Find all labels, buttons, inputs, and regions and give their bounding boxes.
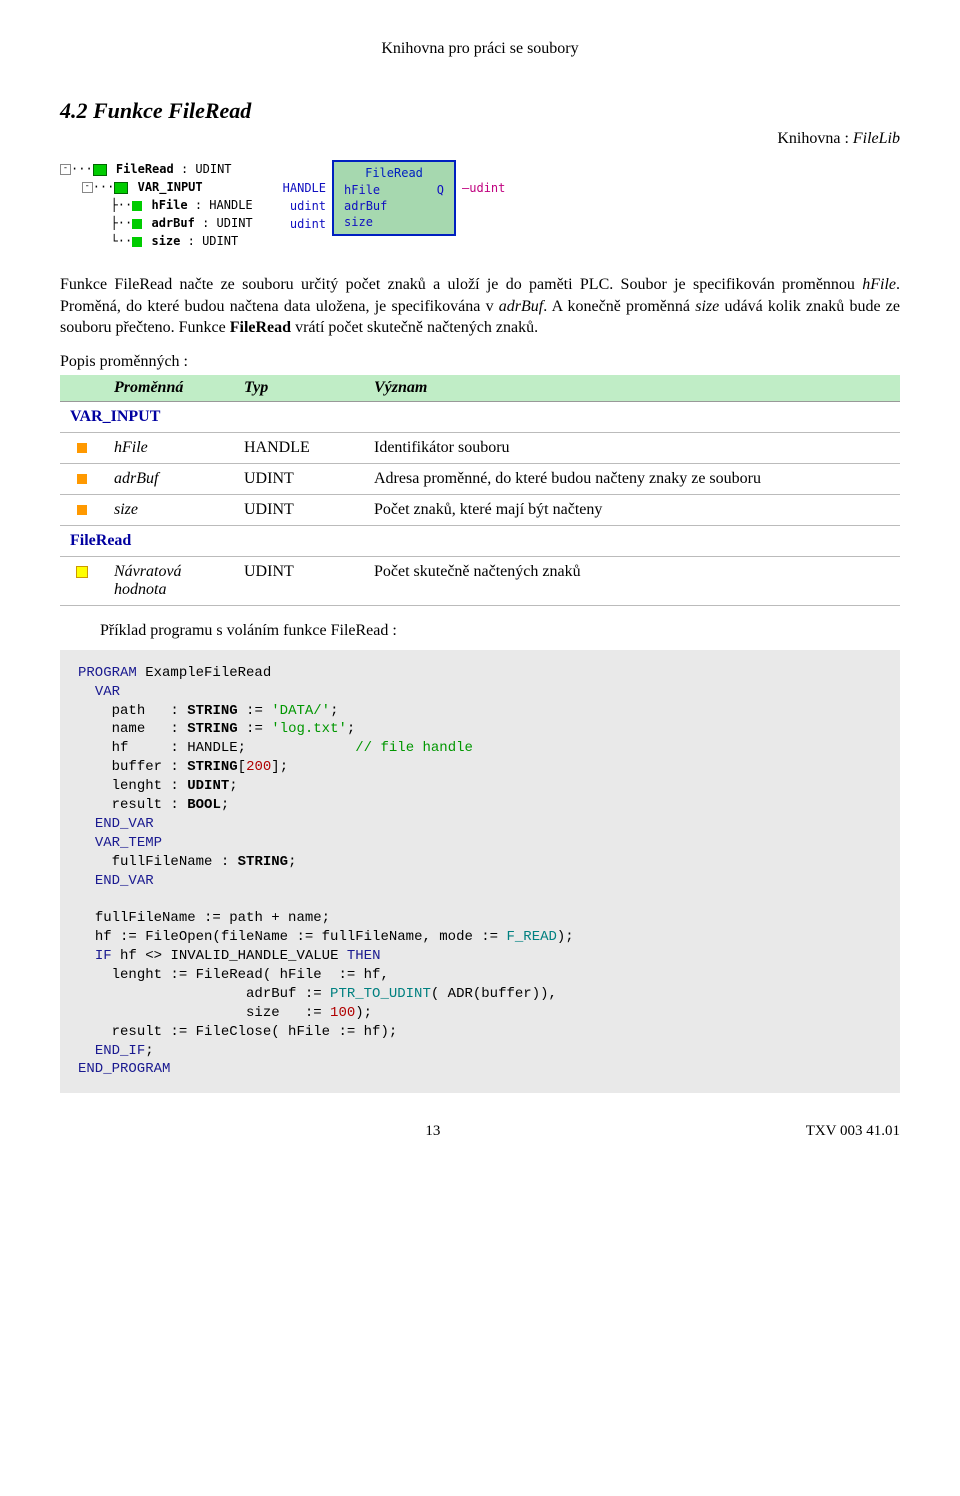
tree-root-name: FileRead (116, 162, 174, 176)
function-icon (93, 164, 107, 176)
bd-box: FileRead hFileQ adrBuf size (332, 160, 456, 236)
description-paragraph: Funkce FileRead načte ze souboru určitý … (60, 274, 900, 339)
page-number: 13 (60, 1123, 806, 1140)
bd-left-types: HANDLE udint udint (283, 160, 326, 232)
library-prefix: Knihovna : (777, 130, 853, 147)
section-title: Funkce FileRead (93, 98, 251, 123)
section-number: 4.2 (60, 98, 88, 123)
tree-group: VAR_INPUT (138, 180, 203, 194)
th-type: Typ (234, 375, 364, 402)
tree-item: └·· size : UDINT (60, 232, 253, 250)
section-heading: 4.2 Funkce FileRead (60, 98, 900, 124)
expand-icon: - (82, 182, 93, 193)
bd-title: FileRead (344, 166, 444, 180)
table-row: hFile HANDLE Identifikátor souboru (60, 432, 900, 463)
table-row: size UDINT Počet znaků, které mají být n… (60, 494, 900, 525)
group-label: VAR_INPUT (60, 401, 900, 432)
tree-item: ├·· adrBuf : UDINT (60, 214, 253, 232)
input-icon (132, 237, 142, 247)
var-icon (77, 505, 87, 515)
th-name: Proměnná (104, 375, 234, 402)
library-line: Knihovna : FileLib (60, 130, 900, 148)
bd-right-types: —udint (462, 160, 505, 200)
input-icon (132, 219, 142, 229)
page-footer: 13 TXV 003 41.01 (60, 1123, 900, 1140)
var-icon (77, 474, 87, 484)
table-row: adrBuf UDINT Adresa proměnné, do které b… (60, 463, 900, 494)
return-icon (76, 566, 88, 578)
tree-view: -··· FileRead : UDINT -··· VAR_INPUT ├··… (60, 160, 253, 250)
page-header: Knihovna pro práci se soubory (60, 40, 900, 58)
variables-table: Proměnná Typ Význam VAR_INPUT hFile HAND… (60, 375, 900, 606)
th-desc: Význam (364, 375, 900, 402)
figure-row: -··· FileRead : UDINT -··· VAR_INPUT ├··… (60, 160, 900, 250)
block-diagram: HANDLE udint udint FileRead hFileQ adrBu… (283, 160, 506, 236)
tree-item: ├·· hFile : HANDLE (60, 196, 253, 214)
code-block: PROGRAM ExampleFileRead VAR path : STRIN… (60, 650, 900, 1094)
expand-icon: - (60, 164, 71, 175)
library-name: FileLib (853, 130, 900, 147)
example-label: Příklad programu s voláním funkce FileRe… (100, 622, 900, 640)
vars-label: Popis proměnných : (60, 353, 900, 371)
tree-root-type: : UDINT (181, 162, 232, 176)
doc-code: TXV 003 41.01 (806, 1123, 900, 1140)
table-header-row: Proměnná Typ Význam (60, 375, 900, 402)
table-row: Návratová hodnota UDINT Počet skutečně n… (60, 556, 900, 605)
var-icon (77, 443, 87, 453)
group-label: FileRead (60, 525, 900, 556)
group-icon (114, 182, 128, 194)
input-icon (132, 201, 142, 211)
